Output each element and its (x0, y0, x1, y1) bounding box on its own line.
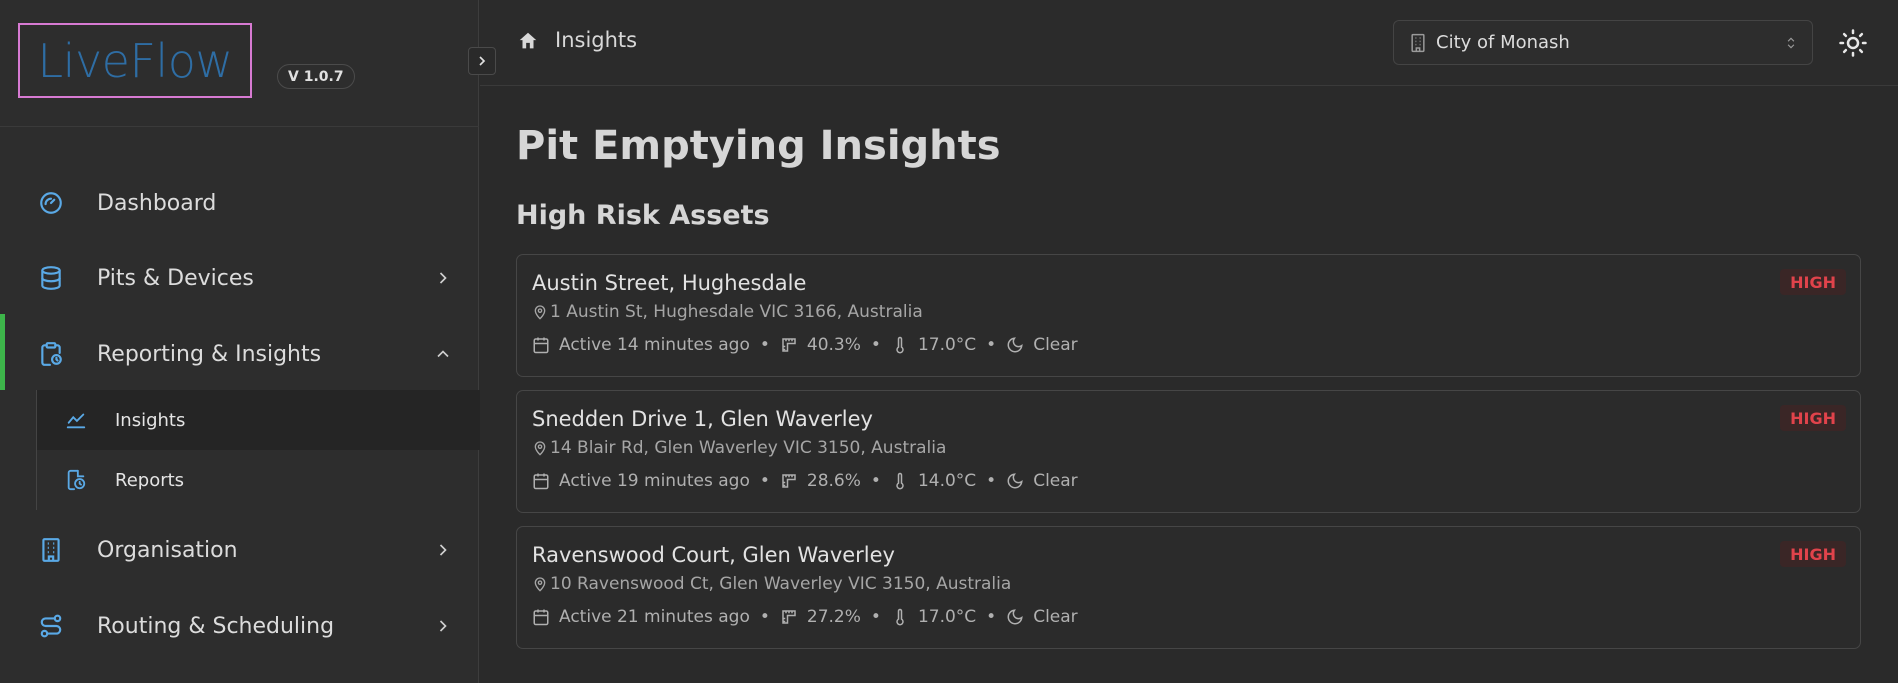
asset-weather: Clear (1033, 607, 1078, 627)
sun-icon[interactable] (1838, 28, 1868, 58)
asset-address-row: 10 Ravenswood Ct, Glen Waverley VIC 3150… (532, 574, 1011, 594)
asset-address: 14 Blair Rd, Glen Waverley VIC 3150, Aus… (550, 438, 947, 458)
brand-row: LiveFlow V 1.0.7 (0, 0, 479, 127)
building-icon (1411, 33, 1425, 53)
calendar-icon (533, 337, 549, 354)
sidebar-subitem-insights[interactable]: Insights (37, 390, 480, 450)
chevron-up-icon (437, 350, 449, 358)
asset-meta: Active 14 minutes ago • 40.3% • 17.0°C •… (532, 335, 1078, 355)
reporting-submenu: Insights Reports (36, 390, 480, 510)
risk-badge: HIGH (1780, 269, 1846, 295)
sidebar-item-label: Pits & Devices (97, 265, 254, 291)
asset-card[interactable]: Austin Street, Hughesdale 1 Austin St, H… (516, 254, 1861, 377)
asset-level: 28.6% (806, 471, 861, 491)
asset-address: 1 Austin St, Hughesdale VIC 3166, Austra… (550, 302, 923, 322)
ruler-icon (782, 338, 796, 352)
topbar: Insights City of Monash (480, 0, 1898, 86)
asset-meta: Active 19 minutes ago • 28.6% • 14.0°C •… (532, 471, 1078, 491)
clipboard-clock-icon (41, 342, 62, 366)
asset-meta: Active 21 minutes ago • 27.2% • 17.0°C •… (532, 607, 1078, 627)
moon-icon (1007, 337, 1023, 353)
sidebar-collapse-button[interactable] (468, 47, 496, 75)
ruler-icon (782, 474, 796, 488)
sidebar-item-label: Organisation (97, 537, 238, 563)
risk-badge: HIGH (1780, 405, 1846, 431)
chevron-right-icon (439, 272, 447, 284)
thermometer-icon (896, 472, 904, 490)
thermometer-icon (896, 608, 904, 626)
app-logo[interactable]: LiveFlow (18, 23, 252, 98)
sidebar-item-organisation[interactable]: Organisation (0, 520, 479, 580)
main-content: Pit Emptying Insights High Risk Assets A… (480, 87, 1898, 683)
gauge-icon (40, 192, 62, 214)
sidebar-item-label: Routing & Scheduling (97, 613, 335, 639)
breadcrumb[interactable]: Insights (555, 28, 637, 52)
building-icon (42, 538, 60, 562)
asset-name: Austin Street, Hughesdale (532, 271, 807, 295)
version-badge: V 1.0.7 (277, 64, 355, 89)
calendar-icon (533, 609, 549, 626)
home-icon[interactable] (517, 30, 539, 52)
asset-temp: 17.0°C (917, 335, 977, 355)
separator: • (870, 607, 881, 627)
chevron-up-down-icon (1787, 37, 1795, 49)
organisation-select-value: City of Monash (1436, 32, 1570, 53)
sidebar-subitem-label: Insights (115, 409, 186, 431)
sidebar-item-reporting-insights[interactable]: Reporting & Insights (0, 324, 479, 384)
sidebar: LiveFlow V 1.0.7 Dashboard Pits & Device… (0, 0, 480, 683)
separator: • (986, 335, 997, 355)
asset-name: Ravenswood Court, Glen Waverley (532, 543, 895, 567)
separator: • (986, 471, 997, 491)
sidebar-item-dashboard[interactable]: Dashboard (0, 173, 479, 233)
asset-level: 40.3% (806, 335, 861, 355)
separator: • (870, 471, 881, 491)
separator: • (986, 607, 997, 627)
sidebar-item-label: Dashboard (97, 190, 217, 216)
chevron-right-icon (439, 620, 447, 632)
sidebar-item-label: Reporting & Insights (97, 341, 322, 367)
asset-weather: Clear (1033, 335, 1078, 355)
risk-badge: HIGH (1780, 541, 1846, 567)
line-chart-icon (66, 413, 86, 429)
separator: • (870, 335, 881, 355)
separator: • (759, 607, 770, 627)
map-pin-icon (534, 305, 546, 320)
map-pin-icon (534, 577, 546, 592)
calendar-icon (533, 473, 549, 490)
asset-address-row: 14 Blair Rd, Glen Waverley VIC 3150, Aus… (532, 438, 946, 458)
asset-level: 27.2% (806, 607, 861, 627)
file-clock-icon (67, 469, 86, 491)
asset-address-row: 1 Austin St, Hughesdale VIC 3166, Austra… (532, 302, 923, 322)
chevron-right-icon (479, 56, 486, 66)
asset-weather: Clear (1033, 471, 1078, 491)
asset-temp: 14.0°C (917, 471, 977, 491)
asset-temp: 17.0°C (917, 607, 977, 627)
separator: • (759, 335, 770, 355)
sidebar-subitem-label: Reports (115, 469, 185, 491)
map-pin-icon (534, 441, 546, 456)
sidebar-subitem-reports[interactable]: Reports (37, 450, 480, 510)
asset-active: Active 21 minutes ago (559, 607, 750, 627)
page-title: Pit Emptying Insights (516, 123, 1001, 169)
ruler-icon (782, 610, 796, 624)
separator: • (759, 471, 770, 491)
moon-icon (1007, 609, 1023, 625)
asset-name: Snedden Drive 1, Glen Waverley (532, 407, 873, 431)
moon-icon (1007, 473, 1023, 489)
asset-card[interactable]: Snedden Drive 1, Glen Waverley 14 Blair … (516, 390, 1861, 513)
thermometer-icon (896, 336, 904, 354)
sidebar-item-pits-devices[interactable]: Pits & Devices (0, 248, 479, 308)
chevron-right-icon (439, 544, 447, 556)
asset-card[interactable]: Ravenswood Court, Glen Waverley 10 Raven… (516, 526, 1861, 649)
asset-active: Active 14 minutes ago (559, 335, 750, 355)
database-icon (41, 266, 61, 290)
asset-address: 10 Ravenswood Ct, Glen Waverley VIC 3150… (550, 574, 1012, 594)
sidebar-item-routing-scheduling[interactable]: Routing & Scheduling (0, 596, 479, 656)
section-title: High Risk Assets (516, 200, 770, 231)
asset-active: Active 19 minutes ago (559, 471, 750, 491)
route-icon (40, 614, 62, 638)
organisation-select[interactable]: City of Monash (1393, 20, 1813, 65)
